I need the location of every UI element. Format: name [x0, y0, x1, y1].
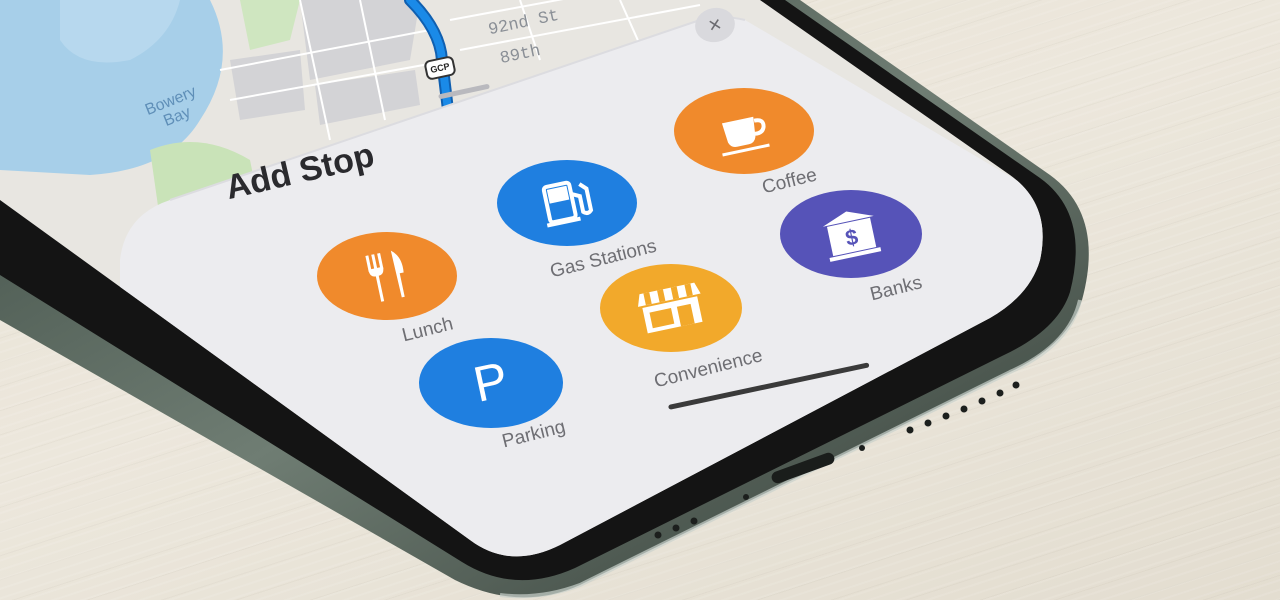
microphone-grille-left: [654, 517, 698, 539]
charging-port: [771, 452, 835, 484]
screw-left: [743, 494, 749, 500]
screw-right: [859, 445, 865, 451]
speaker-grille-right: [906, 381, 1020, 434]
phone-bottom-edge: [654, 381, 1020, 539]
